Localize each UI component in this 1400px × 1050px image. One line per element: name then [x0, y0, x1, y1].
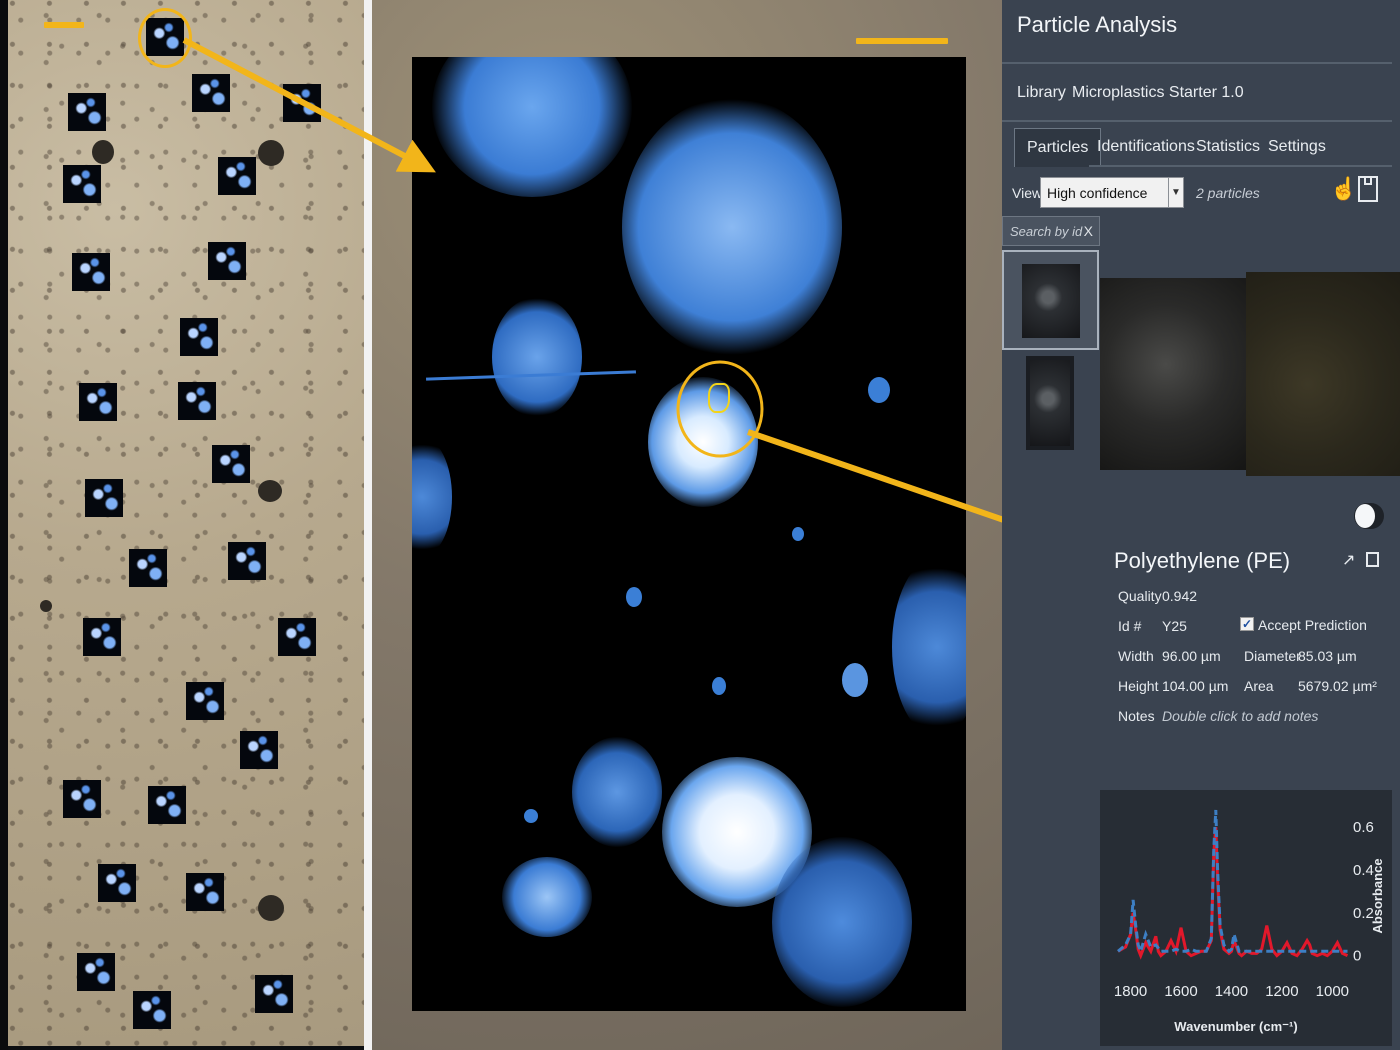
- polymer-name: Polyethylene (PE): [1114, 548, 1291, 573]
- view-label: View: [1012, 185, 1043, 201]
- plot-lines: [1117, 809, 1349, 960]
- area-label: Area: [1244, 678, 1274, 694]
- library-label: Library: [1017, 84, 1066, 101]
- id-value: Y25: [1162, 618, 1187, 634]
- area-value: 5679.02 µm²: [1298, 678, 1377, 694]
- view-dropdown[interactable]: High confidence ▼: [1040, 177, 1184, 208]
- x-tick-label: 1400: [1215, 983, 1248, 1000]
- hand-pointer-icon[interactable]: ☝: [1330, 176, 1357, 202]
- save-icon[interactable]: [1358, 176, 1378, 202]
- search-input[interactable]: Search by id X: [1002, 216, 1100, 246]
- particle-raw-image: [1246, 272, 1400, 476]
- thumbnail-image: [1030, 360, 1070, 446]
- spectrum-svg: 1800 1600 1400 1200 1000 00.20.40.6 Wavenumb…: [1114, 809, 1385, 1034]
- particle-thumbnail[interactable]: [1026, 356, 1074, 450]
- divider: [1002, 120, 1392, 122]
- particle-analysis-panel: Particle Analysis Library Microplastics …: [1002, 0, 1400, 1050]
- quality-value: 0.942: [1162, 588, 1198, 604]
- toggle-knob: [1355, 504, 1375, 528]
- save-icon-shutter: [1364, 178, 1372, 185]
- x-tick-label: 1600: [1164, 983, 1197, 1000]
- divider: [1002, 62, 1392, 64]
- height-value: 104.00 µm: [1162, 678, 1229, 694]
- notes-field[interactable]: Double click to add notes: [1162, 708, 1318, 724]
- external-link-icon[interactable]: ↗: [1342, 550, 1355, 570]
- x-tick-label: 1000: [1316, 983, 1349, 1000]
- chevron-down-icon: ▼: [1168, 178, 1183, 207]
- view-dropdown-value: High confidence: [1047, 185, 1148, 201]
- tab-settings[interactable]: Settings: [1256, 128, 1338, 166]
- notes-label: Notes: [1118, 708, 1155, 724]
- particle-visible-image: [1100, 278, 1246, 470]
- spectrum-chart[interactable]: 1800 1600 1400 1200 1000 0 0.2 0.4 0.6 Wavenumb…: [1100, 790, 1392, 1046]
- accept-prediction-label[interactable]: Accept Prediction: [1258, 617, 1367, 633]
- panel-title: Particle Analysis: [1017, 12, 1178, 37]
- spectrum-series-1: [1117, 809, 1348, 956]
- library-selector[interactable]: Microplastics Starter 1.0: [1072, 84, 1244, 102]
- thumbnail-image: [1022, 264, 1080, 338]
- y-axis-label: Absorbance: [1370, 858, 1385, 933]
- width-value: 96.00 µm: [1162, 648, 1221, 664]
- close-icon[interactable]: X: [1084, 223, 1093, 239]
- search-placeholder: Search by id: [1010, 224, 1083, 239]
- id-label: Id #: [1118, 618, 1142, 634]
- tab-underline: [1089, 165, 1392, 167]
- width-label: Width: [1118, 648, 1154, 664]
- x-tick-label: 1200: [1265, 983, 1298, 1000]
- x-tick-labels: 1800 1600 1400 1200 1000: [1114, 983, 1349, 1000]
- y-tick-label: 0: [1353, 948, 1361, 965]
- y-tick-label: 0.6: [1353, 819, 1374, 836]
- x-tick-label: 1800: [1114, 983, 1147, 1000]
- diameter-value: 85.03 µm: [1298, 648, 1357, 664]
- checkbox-icon[interactable]: ✓: [1240, 617, 1254, 631]
- height-label: Height: [1118, 678, 1159, 694]
- diameter-label: Diameter: [1244, 648, 1301, 664]
- quality-label: Quality: [1118, 588, 1162, 604]
- export-icon[interactable]: [1366, 552, 1379, 567]
- spectrum-series-0: [1117, 826, 1349, 960]
- particle-count: 2 particles: [1196, 185, 1260, 201]
- particle-highlight-ring: [676, 360, 764, 458]
- view-toggle[interactable]: [1354, 503, 1384, 529]
- particle-thumbnail-selected[interactable]: [1002, 250, 1099, 350]
- arrow-overview-to-image: [182, 37, 436, 173]
- x-axis-label: Wavenumber (cm⁻¹): [1174, 1019, 1297, 1034]
